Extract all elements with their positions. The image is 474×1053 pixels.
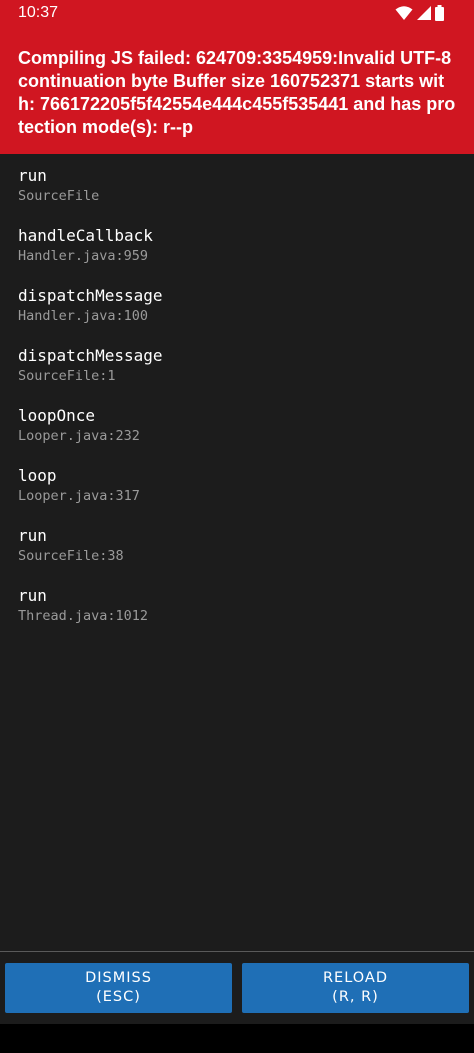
error-banner: Compiling JS failed: 624709:3354959:Inva… xyxy=(0,27,474,154)
frame-location: Looper.java:317 xyxy=(18,488,140,504)
reload-shortcut: (R, R) xyxy=(332,989,379,1005)
status-bar: 10:37 xyxy=(0,0,474,27)
stack-frame[interactable]: handleCallback Handler.java:959 xyxy=(18,226,458,265)
frame-method: handleCallback xyxy=(18,226,153,245)
frame-method: loopOnce xyxy=(18,406,96,425)
cellular-signal-icon xyxy=(417,5,431,21)
dismiss-shortcut: (ESC) xyxy=(96,989,141,1005)
stack-frame[interactable]: dispatchMessage SourceFile:1 xyxy=(18,346,458,385)
frame-method: dispatchMessage xyxy=(18,286,163,305)
frame-location: Looper.java:232 xyxy=(18,428,140,444)
frame-location: Handler.java:100 xyxy=(18,308,149,324)
stack-frame[interactable]: loop Looper.java:317 xyxy=(18,466,458,505)
battery-icon xyxy=(435,5,444,21)
stack-frame[interactable]: run SourceFile:38 xyxy=(18,526,458,565)
navigation-bar xyxy=(0,1024,474,1053)
stack-frame[interactable]: dispatchMessage Handler.java:100 xyxy=(18,286,458,325)
frame-method: loop xyxy=(18,466,57,485)
frame-method: dispatchMessage xyxy=(18,346,163,365)
frame-location: SourceFile:38 xyxy=(18,548,124,564)
frame-location: Handler.java:959 xyxy=(18,248,149,264)
frame-method: run xyxy=(18,526,47,545)
frame-location: Thread.java:1012 xyxy=(18,608,149,624)
stack-frame[interactable]: run Thread.java:1012 xyxy=(18,586,458,625)
stack-trace-list[interactable]: run SourceFile handleCallback Handler.ja… xyxy=(0,154,474,951)
frame-location: SourceFile xyxy=(18,188,100,204)
frame-method: run xyxy=(18,166,47,185)
dismiss-button[interactable]: DISMISS (ESC) xyxy=(5,963,232,1013)
wifi-icon xyxy=(395,5,413,21)
status-time: 10:37 xyxy=(18,4,59,21)
error-message: Compiling JS failed: 624709:3354959:Inva… xyxy=(18,48,456,137)
dismiss-label: DISMISS xyxy=(85,970,152,986)
reload-button[interactable]: RELOAD (R, R) xyxy=(242,963,469,1013)
stack-frame[interactable]: run SourceFile xyxy=(18,166,458,205)
frame-location: SourceFile:1 xyxy=(18,368,116,384)
button-bar: DISMISS (ESC) RELOAD (R, R) xyxy=(0,952,474,1024)
frame-method: run xyxy=(18,586,47,605)
reload-label: RELOAD xyxy=(322,970,389,986)
status-icons xyxy=(395,5,444,21)
stack-frame[interactable]: loopOnce Looper.java:232 xyxy=(18,406,458,445)
